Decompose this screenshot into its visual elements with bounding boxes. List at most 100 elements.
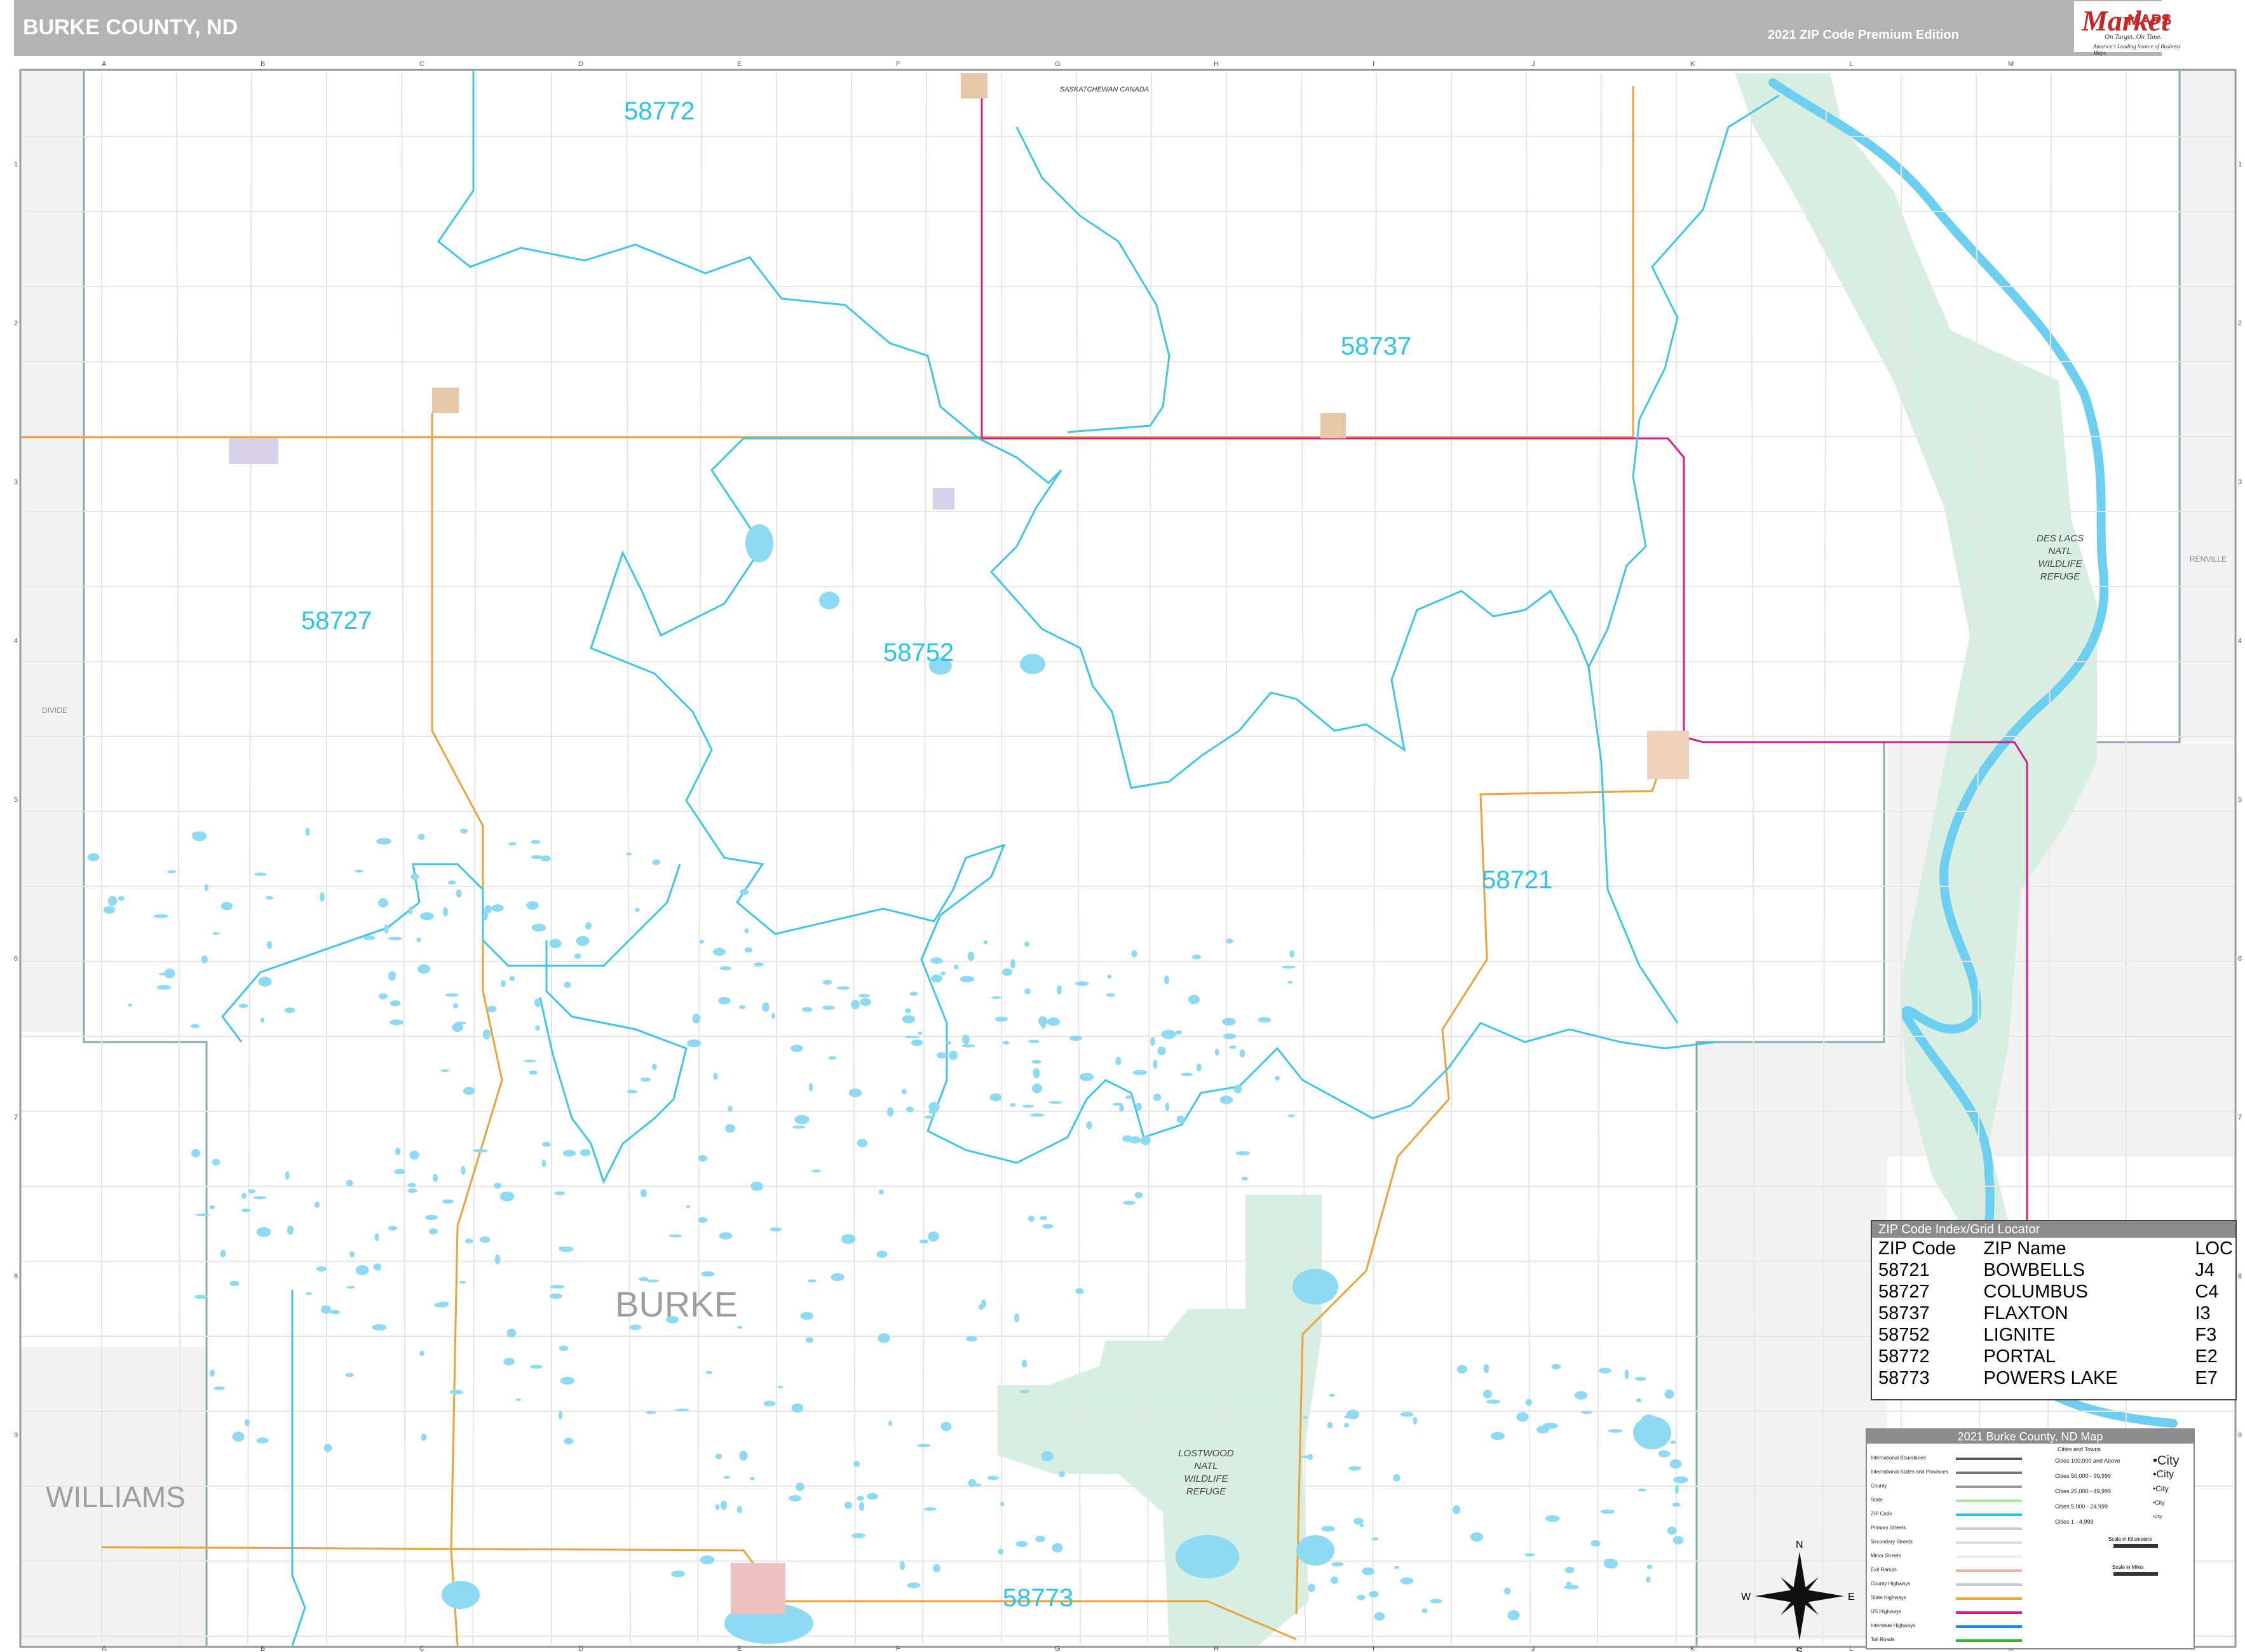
lake (808, 1279, 817, 1283)
lake (585, 922, 592, 930)
lake (1287, 980, 1293, 984)
lake (1163, 975, 1170, 984)
lake (968, 1479, 977, 1487)
lake (1516, 1412, 1529, 1422)
legend-item-label: Primary Streets (1871, 1525, 1906, 1531)
compass-e: E (1848, 1592, 1855, 1602)
lake (346, 1179, 353, 1187)
table-row: 58727 COLUMBUS C4 (1878, 1282, 2219, 1302)
lake (1022, 1104, 1034, 1108)
lake (560, 1376, 575, 1385)
lake (698, 1154, 708, 1162)
lake (777, 1385, 783, 1389)
lake (1015, 1541, 1028, 1547)
lake (1028, 1215, 1035, 1222)
lake (720, 1500, 728, 1510)
lake (491, 904, 504, 912)
lake (1564, 1585, 1579, 1590)
lake (886, 1107, 894, 1117)
zip-label-58752: 58752 (883, 639, 954, 667)
lake (736, 1325, 743, 1329)
lake (1525, 1398, 1533, 1406)
lake (1430, 1599, 1442, 1604)
lake (1123, 1200, 1136, 1205)
lake (305, 1292, 313, 1295)
scale-mi-label: Scale in Miles (2112, 1564, 2144, 1570)
lake (762, 1002, 770, 1012)
lake (461, 1165, 466, 1175)
lake (156, 985, 172, 990)
lake (574, 953, 581, 959)
lake (1039, 1215, 1048, 1221)
lake (1014, 1313, 1019, 1323)
lake (1223, 1033, 1237, 1039)
lake (1646, 1564, 1653, 1569)
lake (1057, 985, 1062, 995)
lake (924, 1507, 937, 1511)
lake (266, 940, 273, 949)
lake (1671, 1440, 1676, 1444)
lake (1667, 1526, 1677, 1535)
lake (1134, 1192, 1143, 1198)
legend-item-label: Interstate Highways (1871, 1623, 1916, 1628)
zip-label-58721: 58721 (1482, 866, 1552, 894)
grid-row-label: 1 (2238, 161, 2242, 168)
lake (191, 1024, 200, 1029)
legend-swatch (1956, 1625, 2022, 1628)
grid-row-label: 1 (14, 161, 18, 168)
lake (719, 966, 732, 971)
lake (128, 1003, 133, 1007)
lake (857, 1139, 868, 1148)
lake (1161, 1029, 1176, 1039)
svg-text:REFUGE: REFUGE (2040, 571, 2081, 582)
lake (473, 1149, 488, 1153)
lake (719, 1232, 733, 1240)
lake (1075, 981, 1089, 986)
lake (1452, 1505, 1461, 1514)
lake (983, 940, 988, 945)
grid-column-label: B (261, 60, 265, 68)
lake (1307, 1453, 1313, 1461)
grid-row-label: 9 (2238, 1432, 2242, 1439)
lake (740, 889, 749, 895)
lake (1024, 988, 1031, 994)
lake (966, 1336, 977, 1342)
lake (1282, 965, 1296, 969)
lake (388, 971, 396, 981)
lake (1033, 1068, 1040, 1078)
grid-column-label: A (102, 60, 107, 68)
legend-swatch (1956, 1541, 2022, 1544)
lake (549, 1293, 563, 1299)
legend-item-label: County Highways (1871, 1581, 1911, 1587)
lake (1157, 1046, 1166, 1055)
lake (429, 1228, 438, 1235)
lake (388, 937, 403, 940)
grid-column-label: J (1531, 60, 1535, 68)
lake (1010, 959, 1015, 969)
lake (626, 853, 632, 855)
lake (652, 1064, 657, 1070)
lake (878, 1333, 890, 1343)
zip-label-58773: 58773 (1003, 1584, 1073, 1612)
grid-column-label: L (1849, 1645, 1853, 1652)
lake (460, 828, 468, 834)
lake (940, 1421, 952, 1432)
lake (374, 1233, 379, 1241)
lake (698, 1217, 708, 1223)
grid-column-label: G (1055, 60, 1061, 68)
lake (924, 1115, 934, 1119)
lake (629, 1324, 642, 1330)
lake (851, 1533, 865, 1539)
lake (917, 1444, 931, 1447)
lake (1125, 1095, 1132, 1099)
lake (526, 901, 539, 910)
lake (1674, 1484, 1679, 1494)
grid-column-label: K (1690, 60, 1695, 68)
lake (465, 1238, 473, 1243)
lake (1353, 1517, 1364, 1525)
lake (1362, 1567, 1374, 1576)
lake (1002, 1041, 1010, 1045)
lake (989, 1093, 1002, 1102)
lake (796, 1482, 804, 1491)
lake (937, 1052, 947, 1059)
